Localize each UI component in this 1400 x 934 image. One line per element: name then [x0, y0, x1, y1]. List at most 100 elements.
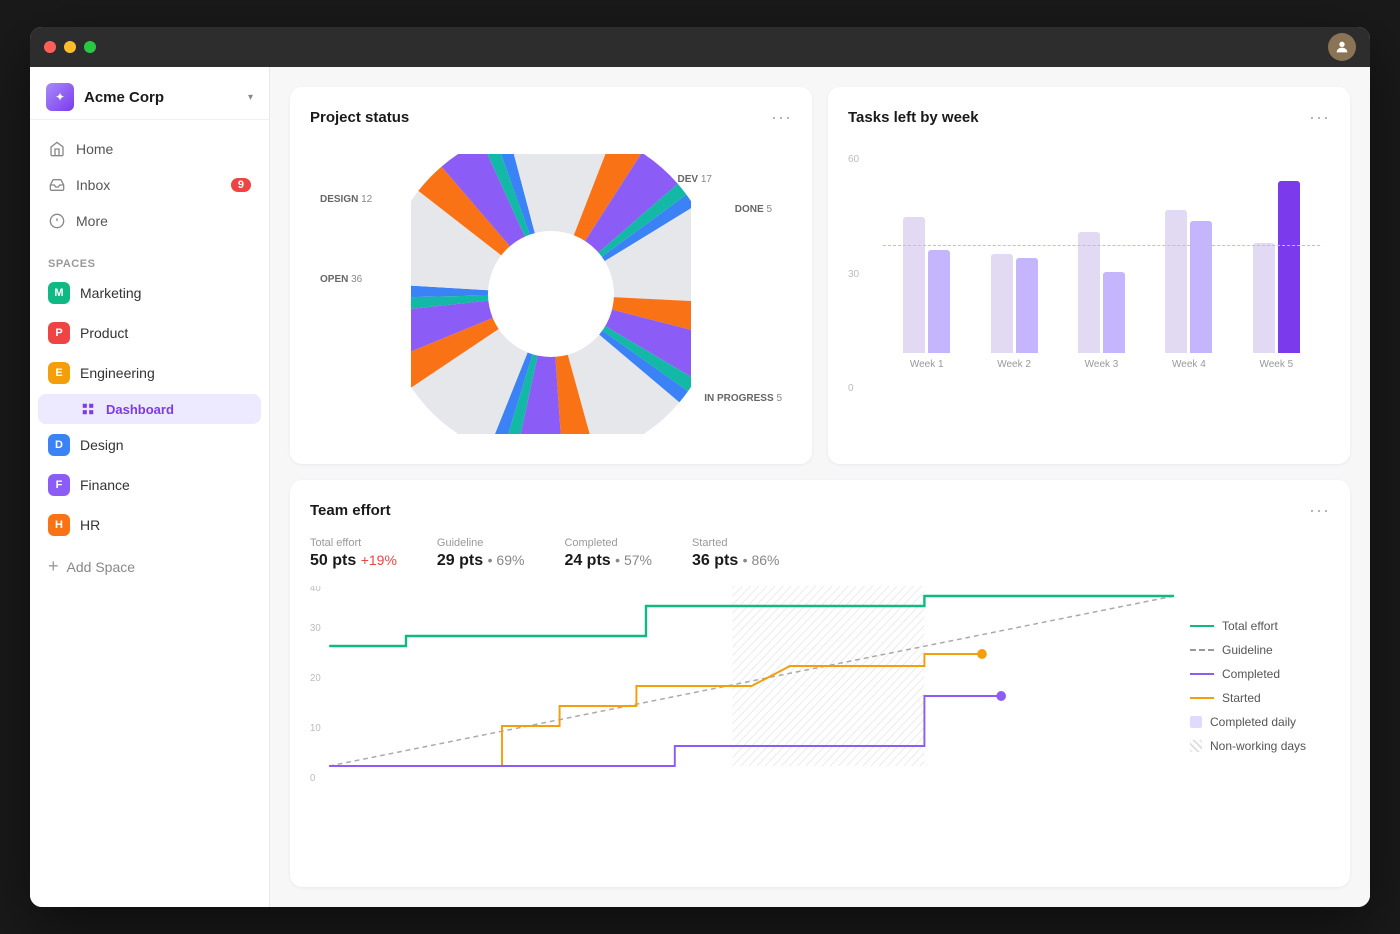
sidebar: ✦ Acme Corp ▾ Home Inbox 9	[30, 67, 270, 907]
week2-label: Week 2	[997, 359, 1031, 370]
close-button[interactable]	[44, 41, 56, 53]
tasks-more[interactable]: ···	[1309, 107, 1330, 128]
tasks-by-week-card: Tasks left by week ··· 0 30 60	[828, 87, 1350, 464]
stat-guideline-value: 29 pts • 69%	[437, 552, 525, 570]
line-chart-wrap: 0 10 20 30 40	[310, 586, 1330, 786]
week4-group: Week 4	[1145, 133, 1232, 370]
team-effort-more[interactable]: ···	[1309, 500, 1330, 521]
effort-stats: Total effort 50 pts +19% Guideline 29 pt…	[310, 537, 1330, 570]
y-axis: 0 30 60	[848, 154, 859, 394]
sidebar-item-inbox[interactable]: Inbox 9	[38, 168, 261, 202]
bar-chart: 0 30 60	[848, 144, 1330, 424]
inbox-label: Inbox	[76, 177, 110, 193]
spaces-list: M Marketing P Product E Engineering Dash…	[30, 274, 269, 544]
design-label: Design	[80, 437, 124, 453]
sidebar-item-finance[interactable]: F Finance	[38, 466, 261, 504]
engineering-avatar: E	[48, 362, 70, 384]
legend-total-effort: Total effort	[1190, 619, 1330, 633]
spaces-label: Spaces	[30, 250, 269, 274]
done-label: DONE 5	[735, 204, 772, 215]
stat-guideline-label: Guideline	[437, 537, 525, 549]
week5-label: Week 5	[1259, 359, 1293, 370]
legend-completed-line	[1190, 673, 1214, 675]
legend-started-line	[1190, 697, 1214, 699]
stat-total-effort: Total effort 50 pts +19%	[310, 537, 397, 570]
line-chart-svg: 0 10 20 30 40	[310, 586, 1174, 786]
sidebar-item-more[interactable]: More	[38, 204, 261, 238]
stat-started-label: Started	[692, 537, 780, 549]
logo-icon: ✦	[46, 83, 74, 111]
sidebar-item-marketing[interactable]: M Marketing	[38, 274, 261, 312]
main-content: Project status ···	[270, 67, 1370, 907]
project-status-title: Project status	[310, 109, 409, 126]
bar	[1078, 232, 1100, 353]
legend-total-effort-line	[1190, 625, 1214, 628]
stat-total-value: 50 pts +19%	[310, 552, 397, 570]
completed-sep: •	[615, 552, 624, 568]
more-label: More	[76, 213, 108, 229]
stat-completed: Completed 24 pts • 57%	[564, 537, 652, 570]
marketing-avatar: M	[48, 282, 70, 304]
week1-bars	[903, 133, 950, 353]
total-change: +19%	[361, 552, 397, 568]
sidebar-item-engineering[interactable]: E Engineering	[38, 354, 261, 392]
tasks-title: Tasks left by week	[848, 109, 979, 126]
sidebar-header[interactable]: ✦ Acme Corp ▾	[30, 67, 269, 120]
home-icon	[48, 140, 66, 158]
guideline	[883, 245, 1320, 246]
inbox-icon	[48, 176, 66, 194]
minimize-button[interactable]	[64, 41, 76, 53]
stat-completed-label: Completed	[564, 537, 652, 549]
user-avatar[interactable]	[1328, 33, 1356, 61]
svg-text:40: 40	[310, 586, 321, 594]
sidebar-item-hr[interactable]: H HR	[38, 506, 261, 544]
chevron-down-icon: ▾	[248, 92, 253, 103]
bar	[1278, 181, 1300, 353]
legend-non-working: Non-working days	[1190, 739, 1330, 753]
bar	[1103, 272, 1125, 353]
guideline-pct: 69%	[496, 552, 524, 568]
bar	[1190, 221, 1212, 353]
sidebar-item-dashboard[interactable]: Dashboard	[38, 394, 261, 424]
pie-chart: DEV 17 DONE 5 IN PROGRESS 5 OPEN 36 DESI…	[310, 144, 792, 444]
finance-label: Finance	[80, 477, 130, 493]
design-label: DESIGN 12	[320, 194, 372, 205]
dashboard-icon	[80, 401, 96, 417]
project-status-header: Project status ···	[310, 107, 792, 128]
sidebar-nav: Home Inbox 9 More	[30, 120, 269, 250]
y-label-0: 0	[848, 383, 859, 394]
bars-container: Week 1 Week 2	[883, 144, 1320, 394]
week1-group: Week 1	[883, 133, 970, 370]
stat-total-label: Total effort	[310, 537, 397, 549]
marketing-label: Marketing	[80, 285, 141, 301]
sidebar-item-design[interactable]: D Design	[38, 426, 261, 464]
maximize-button[interactable]	[84, 41, 96, 53]
stat-completed-value: 24 pts • 57%	[564, 552, 652, 570]
stat-guideline: Guideline 29 pts • 69%	[437, 537, 525, 570]
week2-group: Week 2	[970, 133, 1057, 370]
team-effort-title: Team effort	[310, 502, 391, 519]
home-label: Home	[76, 141, 113, 157]
project-status-more[interactable]: ···	[771, 107, 792, 128]
sidebar-item-product[interactable]: P Product	[38, 314, 261, 352]
legend-completed-daily: Completed daily	[1190, 715, 1330, 729]
finance-avatar: F	[48, 474, 70, 496]
chart-legend: Total effort Guideline Completed St	[1190, 586, 1330, 786]
engineering-label: Engineering	[80, 365, 155, 381]
stat-started: Started 36 pts • 86%	[692, 537, 780, 570]
legend-completed: Completed	[1190, 667, 1330, 681]
started-pct: 86%	[751, 552, 779, 568]
bar	[1253, 243, 1275, 353]
traffic-lights	[44, 41, 96, 53]
sidebar-item-home[interactable]: Home	[38, 132, 261, 166]
svg-text:10: 10	[310, 723, 321, 734]
product-avatar: P	[48, 322, 70, 344]
bar	[1016, 258, 1038, 353]
week4-label: Week 4	[1172, 359, 1206, 370]
bar	[991, 254, 1013, 353]
stat-started-value: 36 pts • 86%	[692, 552, 780, 570]
svg-text:30: 30	[310, 623, 321, 634]
svg-text:20: 20	[310, 673, 321, 684]
in-progress-label: IN PROGRESS 5	[704, 393, 782, 404]
add-space-button[interactable]: + Add Space	[30, 548, 269, 585]
